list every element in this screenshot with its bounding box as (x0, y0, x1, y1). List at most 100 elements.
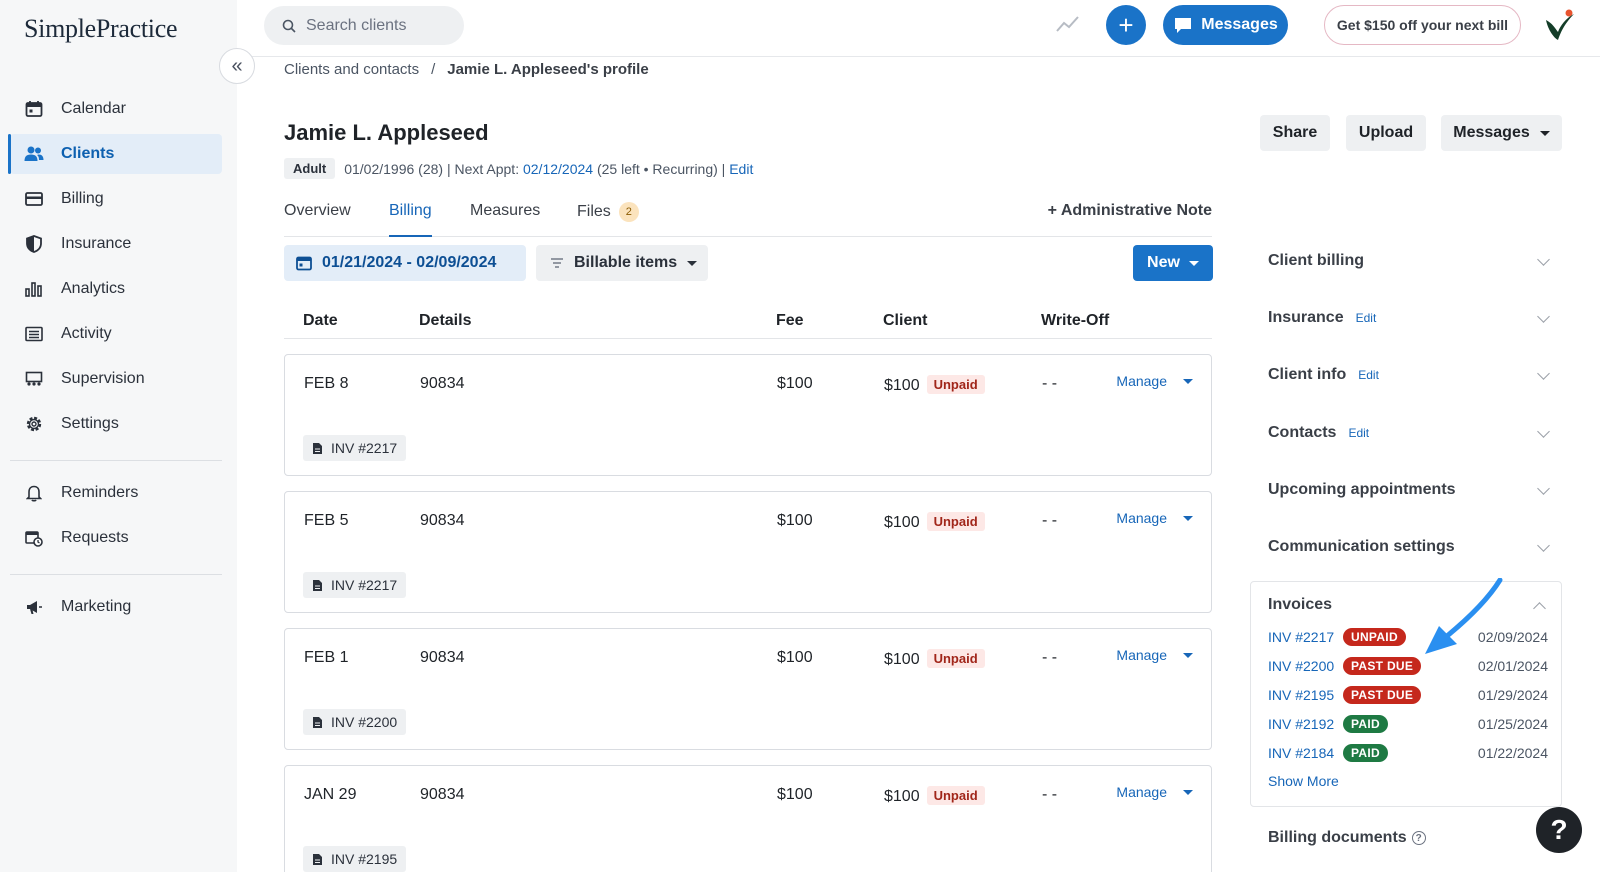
edit-client-info-link[interactable]: Edit (1358, 368, 1379, 382)
invoice-chip[interactable]: INV #2195 (303, 846, 407, 872)
tab-overview[interactable]: Overview (284, 202, 351, 237)
calendar-icon (296, 256, 312, 271)
sidebar-item-reminders[interactable]: Reminders (10, 473, 222, 513)
chevron-up-icon[interactable] (1533, 602, 1546, 615)
invoice-link[interactable]: INV #2192 (1268, 716, 1343, 732)
sidebar-item-label: Requests (61, 529, 129, 546)
row-date: FEB 8 (304, 375, 349, 392)
caret-down-icon (1183, 789, 1193, 795)
breadcrumb-parent-link[interactable]: Clients and contacts (284, 61, 419, 78)
invoice-list-item: INV #2192 PAID 01/25/2024 (1268, 713, 1548, 735)
section-label: Contacts (1268, 424, 1337, 441)
invoice-link[interactable]: INV #2195 (1268, 687, 1343, 703)
invoice-link[interactable]: INV #2200 (1268, 658, 1343, 674)
promo-button[interactable]: Get $150 off your next bill (1324, 5, 1521, 45)
avatar[interactable] (1542, 8, 1576, 42)
messages-dropdown-button[interactable]: Messages (1441, 115, 1562, 151)
administrative-note-button[interactable]: + Administrative Note (1048, 202, 1212, 220)
shield-icon (24, 234, 44, 254)
chevron-down-icon (1537, 253, 1550, 266)
help-circle-icon[interactable]: ? (1411, 831, 1426, 845)
sidebar-item-label: Marketing (61, 598, 132, 615)
manage-dropdown[interactable]: Manage (1116, 373, 1193, 389)
status-badge: PAID (1343, 744, 1388, 762)
billing-documents-section[interactable]: Billing documents? (1268, 829, 1426, 847)
sidebar-item-marketing[interactable]: Marketing (10, 587, 222, 627)
invoice-link[interactable]: INV #2184 (1268, 745, 1343, 761)
invoice-list-item: INV #2195 PAST DUE 01/29/2024 (1268, 684, 1548, 706)
share-button[interactable]: Share (1260, 115, 1330, 151)
edit-contacts-link[interactable]: Edit (1348, 426, 1369, 440)
search-input[interactable]: Search clients (264, 6, 464, 45)
invoice-chip[interactable]: INV #2217 (303, 572, 407, 598)
edit-client-link[interactable]: Edit (729, 161, 753, 177)
collapse-sidebar-button[interactable]: « (219, 48, 255, 84)
manage-label: Manage (1116, 373, 1167, 389)
show-more-link[interactable]: Show More (1268, 773, 1339, 789)
row-writeoff: - - (1042, 786, 1058, 803)
admin-note-label: + Administrative Note (1047, 202, 1212, 219)
share-label: Share (1272, 124, 1318, 141)
sidebar-item-label: Billing (61, 190, 104, 207)
table-row: FEB 5 90834 $100 $100 Unpaid - - Manage I… (284, 491, 1212, 613)
section-label: Billing documents (1268, 829, 1407, 846)
search-icon (282, 19, 296, 33)
row-date: FEB 5 (304, 512, 349, 529)
logo[interactable]: SimplePractice (24, 14, 178, 44)
tab-measures[interactable]: Measures (470, 202, 540, 237)
next-appt-link[interactable]: 02/12/2024 (523, 161, 593, 177)
date-range-filter[interactable]: 01/21/2024 - 02/09/2024 (284, 245, 526, 281)
help-button[interactable]: ? (1536, 807, 1582, 853)
row-fee: $100 (777, 375, 813, 392)
client-billing-section[interactable]: Client billing (1268, 246, 1550, 276)
manage-dropdown[interactable]: Manage (1116, 510, 1193, 526)
upload-button[interactable]: Upload (1346, 115, 1426, 151)
sidebar-item-analytics[interactable]: Analytics (10, 269, 222, 309)
edit-insurance-link[interactable]: Edit (1356, 311, 1377, 325)
upcoming-appointments-section[interactable]: Upcoming appointments (1268, 475, 1550, 505)
client-info-section[interactable]: Client info Edit (1268, 360, 1550, 390)
add-button[interactable]: + (1106, 5, 1146, 45)
manage-dropdown[interactable]: Manage (1116, 784, 1193, 800)
caret-down-icon (1188, 260, 1199, 266)
sidebar-item-label: Activity (61, 325, 112, 342)
invoice-link[interactable]: INV #2217 (1268, 629, 1343, 645)
tab-files[interactable]: Files 2 (577, 202, 639, 237)
manage-dropdown[interactable]: Manage (1116, 647, 1193, 663)
row-writeoff: - - (1042, 649, 1058, 666)
invoices-title[interactable]: Invoices (1268, 596, 1332, 614)
column-header-details: Details (419, 312, 472, 329)
sidebar-item-calendar[interactable]: Calendar (10, 89, 222, 129)
billable-items-filter[interactable]: Billable items (536, 245, 708, 281)
messages-dropdown-label: Messages (1453, 124, 1530, 141)
sidebar: SimplePractice Calendar Clients Billing … (0, 0, 237, 872)
promo-label: Get $150 off your next bill (1336, 17, 1509, 33)
row-date: JAN 29 (304, 786, 357, 803)
trend-icon[interactable] (1055, 14, 1081, 34)
contacts-section[interactable]: Contacts Edit (1268, 418, 1550, 448)
invoice-chip[interactable]: INV #2200 (303, 709, 407, 735)
sidebar-item-settings[interactable]: Settings (10, 404, 222, 444)
invoice-chip[interactable]: INV #2217 (303, 435, 407, 461)
messages-button[interactable]: Messages (1163, 5, 1288, 45)
list-icon (24, 324, 44, 344)
sidebar-item-billing[interactable]: Billing (10, 179, 222, 219)
new-button[interactable]: New (1133, 245, 1213, 281)
section-label: Client billing (1268, 252, 1364, 269)
sidebar-item-label: Reminders (61, 484, 139, 501)
table-row: JAN 29 90834 $100 $100 Unpaid - - Manage … (284, 765, 1212, 872)
sidebar-item-label: Settings (61, 415, 119, 432)
communication-settings-section[interactable]: Communication settings (1268, 532, 1550, 562)
row-client-amount: $100 (884, 788, 920, 805)
invoice-chip-label: INV #2217 (331, 440, 398, 456)
tab-billing[interactable]: Billing (389, 202, 432, 237)
sidebar-item-clients[interactable]: Clients (8, 134, 222, 174)
sidebar-item-supervision[interactable]: Supervision (10, 359, 222, 399)
insurance-section[interactable]: Insurance Edit (1268, 303, 1550, 333)
invoice-date: 01/29/2024 (1477, 687, 1548, 703)
sidebar-item-activity[interactable]: Activity (10, 314, 222, 354)
column-header-date[interactable]: Date (303, 312, 338, 330)
sidebar-item-insurance[interactable]: Insurance (10, 224, 222, 264)
sidebar-divider (10, 460, 222, 461)
sidebar-item-requests[interactable]: Requests (10, 518, 222, 558)
